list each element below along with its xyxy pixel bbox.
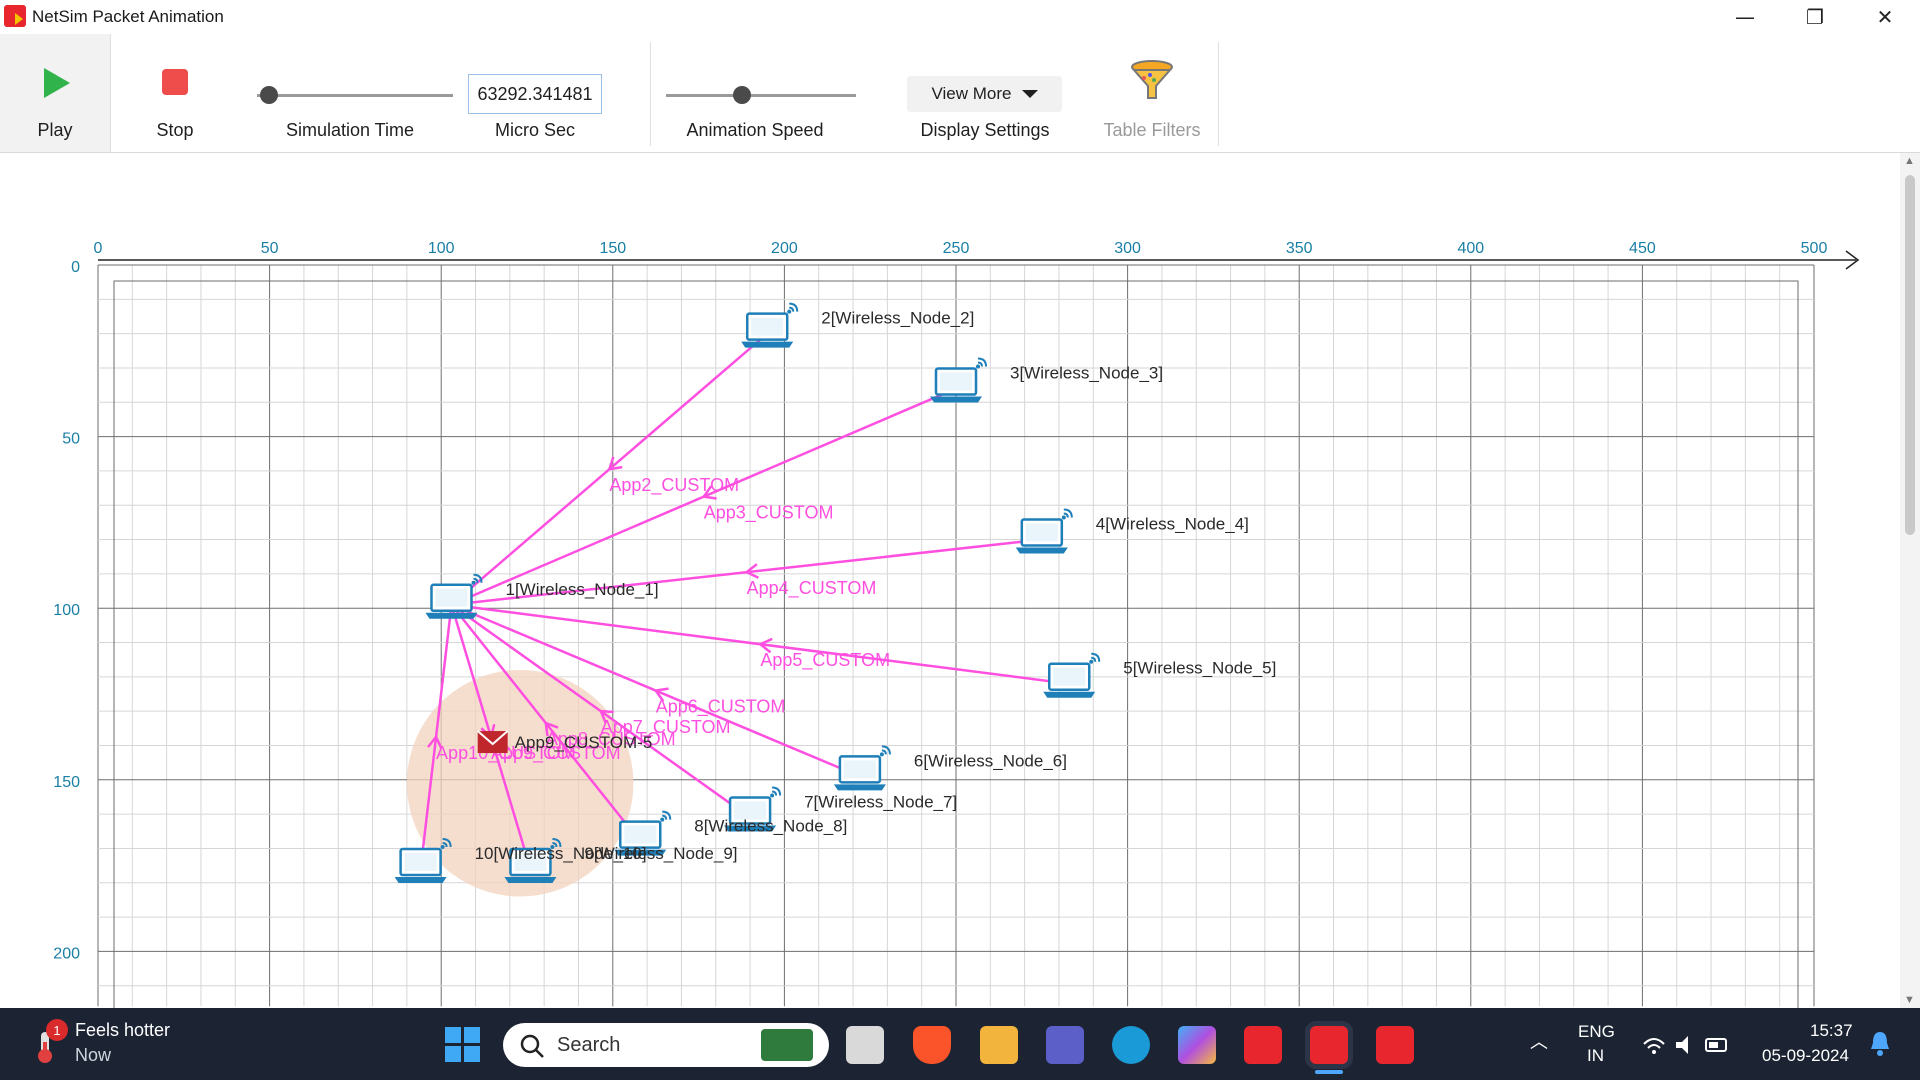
- toolbar-divider: [1218, 42, 1219, 146]
- x-tick-label: 400: [1457, 240, 1484, 257]
- time-unit: Micro Sec: [470, 34, 600, 152]
- sim-time-track: [257, 94, 453, 97]
- taskbar-search[interactable]: Search: [503, 1023, 829, 1067]
- taskbar: 1 Feels hotter Now Search ︿ ENG IN 15:37…: [0, 1008, 1920, 1080]
- teams-icon[interactable]: [1046, 1026, 1084, 1064]
- y-tick-label: 0: [71, 259, 80, 276]
- x-tick-label: 250: [943, 240, 970, 257]
- language-line2: IN: [1587, 1046, 1604, 1065]
- node-label: 10[Wireless_Node_10]: [475, 844, 647, 863]
- stop-button[interactable]: Stop: [125, 34, 225, 152]
- netsim-animation-icon[interactable]: [1310, 1026, 1348, 1064]
- window-title: NetSim Packet Animation: [32, 7, 224, 26]
- x-tick-label: 450: [1629, 240, 1656, 257]
- network-grid: 0 50 100 150 200 250 300 350 400 450 500 0 50 100 150 2…: [53, 240, 1860, 1023]
- packet-label: App9_CUSTOM-5: [515, 733, 653, 752]
- x-tick-label: 500: [1801, 240, 1828, 257]
- weather-badge: 1: [46, 1019, 68, 1041]
- toolbar-divider: [650, 42, 651, 146]
- copilot-icon[interactable]: [1178, 1026, 1216, 1064]
- app-link-label: App3_CUSTOM: [704, 503, 834, 524]
- x-tick-label: 300: [1114, 240, 1141, 257]
- search-icon: [520, 1034, 544, 1058]
- play-button[interactable]: Play: [0, 34, 111, 152]
- node-label: 7[Wireless_Node_7]: [804, 793, 957, 812]
- weather-title[interactable]: Feels hotter: [75, 1020, 170, 1041]
- title-bar: NetSim Packet Animation — ❐ ✕: [0, 0, 1920, 34]
- table-filters-label: Table Filters: [1103, 120, 1201, 140]
- x-tick-label: 200: [771, 240, 798, 257]
- netsim-app-icon[interactable]: [1244, 1026, 1282, 1064]
- clock-time[interactable]: 15:37: [1810, 1021, 1853, 1041]
- stop-icon: [162, 69, 188, 95]
- x-tick-label: 50: [261, 240, 279, 257]
- node-label: 4[Wireless_Node_4]: [1096, 515, 1249, 534]
- animation-speed-slider[interactable]: Animation Speed: [660, 34, 856, 152]
- app-link-label: App4_CUSTOM: [747, 578, 877, 599]
- chevron-up-icon[interactable]: ︿: [1530, 1028, 1548, 1054]
- x-tick-label: 0: [94, 240, 103, 257]
- edge-browser-icon[interactable]: [1112, 1026, 1150, 1064]
- system-tray-icons[interactable]: [1640, 1032, 1730, 1058]
- filter-funnel-icon: [1131, 60, 1173, 99]
- y-tick-label: 200: [53, 945, 80, 962]
- node-label: 3[Wireless_Node_3]: [1010, 364, 1163, 383]
- language-line1[interactable]: ENG: [1578, 1022, 1615, 1042]
- y-tick-label: 50: [62, 431, 80, 448]
- task-view-icon[interactable]: [846, 1026, 884, 1064]
- file-explorer-icon[interactable]: [980, 1026, 1018, 1064]
- notification-bell-icon[interactable]: [1868, 1030, 1892, 1058]
- app-link-label: App5_CUSTOM: [760, 650, 890, 671]
- y-tick-label: 150: [53, 774, 80, 791]
- laptop-node-icon[interactable]: [833, 745, 891, 791]
- toolbar: Play Stop Simulation Time 63292.341481 M…: [0, 34, 1920, 153]
- display-settings-label: Display Settings: [920, 120, 1050, 140]
- play-label: Play: [37, 120, 73, 140]
- anim-speed-track: [666, 94, 856, 97]
- windows-start-icon[interactable]: [445, 1027, 481, 1063]
- close-button[interactable]: ✕: [1850, 0, 1920, 34]
- y-tick-label: 100: [53, 602, 80, 619]
- restore-button[interactable]: ❐: [1780, 0, 1850, 34]
- x-tick-label: 100: [428, 240, 455, 257]
- netsim-logo-icon: [4, 5, 26, 27]
- laptop-node-icon[interactable]: [1043, 652, 1101, 698]
- table-filters-button[interactable]: Table Filters: [1090, 34, 1214, 152]
- node-label: 5[Wireless_Node_5]: [1123, 659, 1276, 678]
- sim-time-thumb[interactable]: [260, 86, 278, 104]
- brave-browser-icon[interactable]: [913, 1026, 951, 1064]
- network-canvas[interactable]: 0 50 100 150 200 250 300 350 400 450 500 0 50 100 150 2…: [0, 153, 1900, 1023]
- time-unit-label: Micro Sec: [494, 120, 575, 140]
- scroll-up-icon[interactable]: ▲: [1904, 155, 1915, 167]
- scrollbar-thumb[interactable]: [1905, 175, 1915, 535]
- app-link-label: App2_CUSTOM: [609, 475, 739, 496]
- clock-date: 05-09-2024: [1762, 1046, 1849, 1065]
- node-label: 2[Wireless_Node_2]: [821, 309, 974, 328]
- x-tick-label: 150: [599, 240, 626, 257]
- search-highlight-icon: [761, 1029, 813, 1061]
- node-label: 6[Wireless_Node_6]: [914, 751, 1067, 770]
- sim-time-label: Simulation Time: [285, 120, 415, 140]
- search-placeholder: Search: [557, 1034, 621, 1056]
- x-tick-label: 350: [1286, 240, 1313, 257]
- play-icon: [44, 68, 70, 98]
- stop-label: Stop: [156, 120, 194, 140]
- active-app-indicator: [1315, 1070, 1343, 1074]
- scroll-down-icon[interactable]: ▼: [1904, 994, 1915, 1006]
- weather-subtitle: Now: [75, 1045, 112, 1065]
- anim-speed-thumb[interactable]: [733, 86, 751, 104]
- anim-speed-label: Animation Speed: [686, 120, 824, 140]
- netsim-results-icon[interactable]: [1376, 1026, 1414, 1064]
- node-label: 8[Wireless_Node_8]: [694, 817, 847, 836]
- node-label: 1[Wireless_Node_1]: [505, 580, 658, 599]
- minimize-button[interactable]: —: [1710, 0, 1780, 34]
- display-settings[interactable]: Display Settings: [890, 34, 1080, 152]
- app-link-label: App6_CUSTOM: [656, 697, 786, 718]
- simulation-time-slider[interactable]: Simulation Time: [245, 34, 455, 152]
- vertical-scrollbar[interactable]: ▲ ▼: [1900, 153, 1920, 1008]
